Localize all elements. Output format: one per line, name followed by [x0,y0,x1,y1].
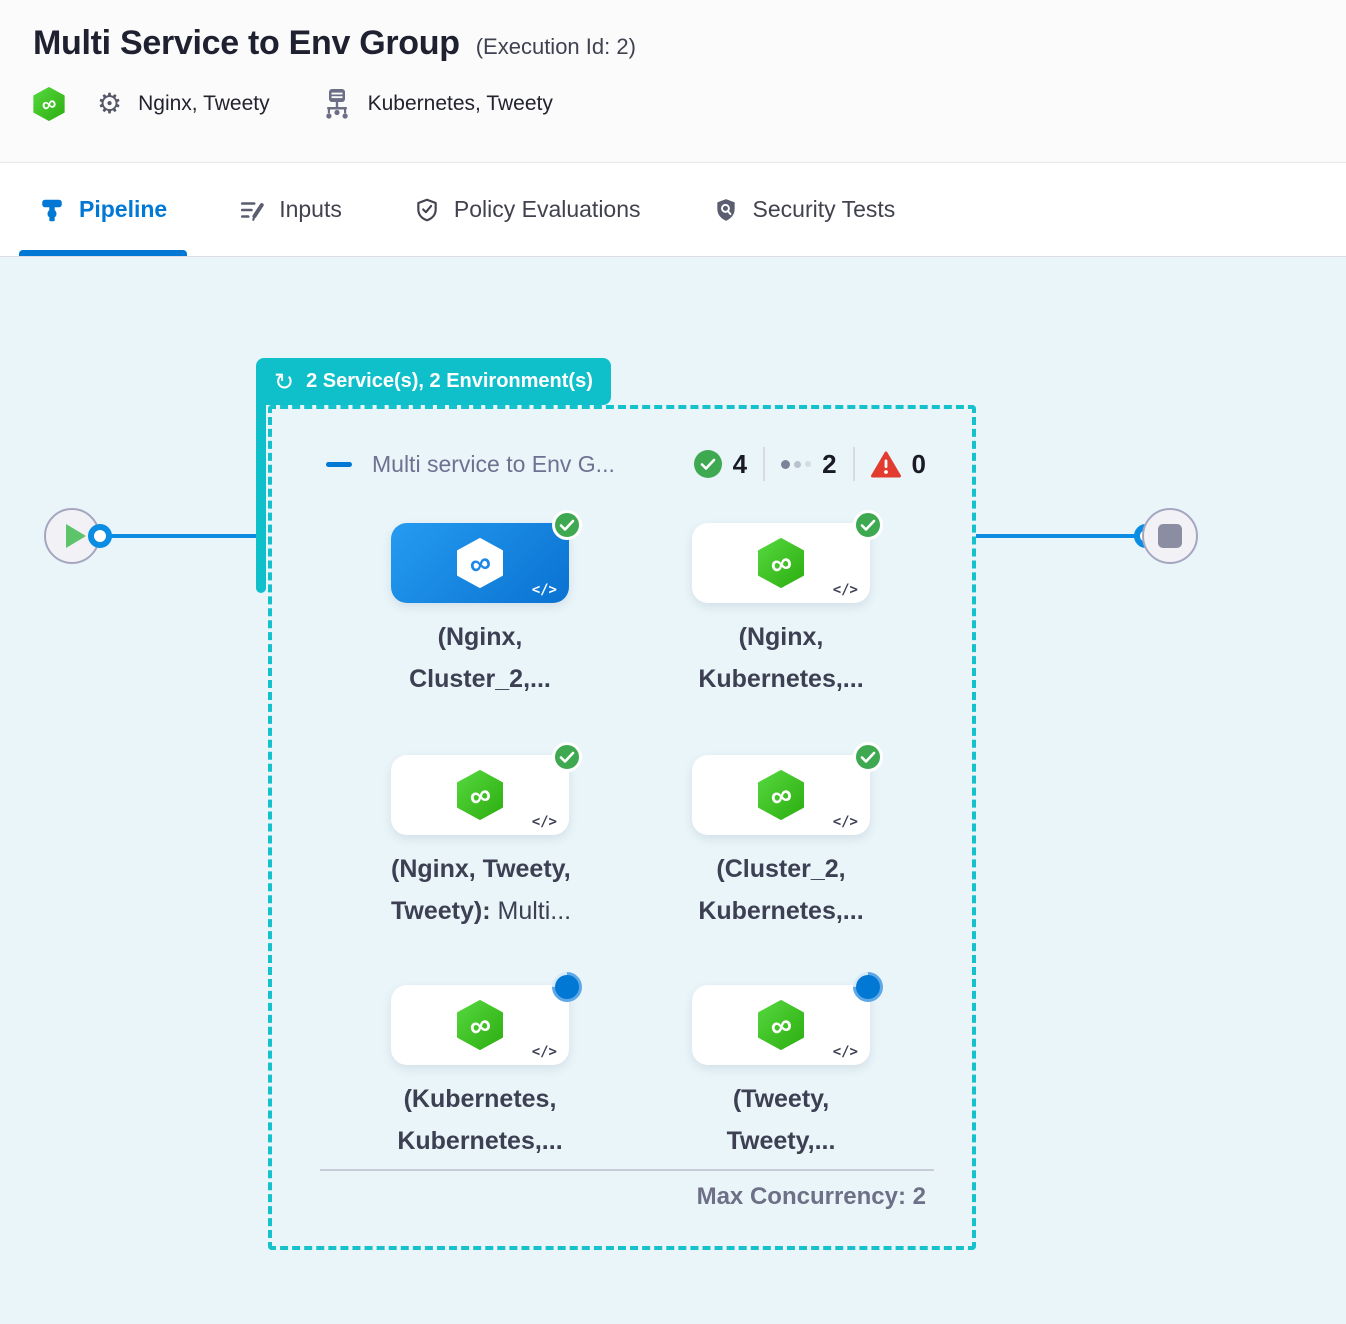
tab-inputs[interactable]: Inputs [235,163,346,256]
node-label: (Tweety,Tweety,... [692,1078,870,1162]
code-icon: </> [833,582,858,598]
harness-logo-icon: ∞ [33,87,65,121]
harness-hexagon-icon: ∞ [457,1000,503,1050]
security-shield-icon [713,197,739,223]
pipeline-node: ∞ </> (Kubernetes,Kubernetes,... [391,985,569,1162]
environments-label: Kubernetes, Tweety [368,92,553,116]
failed-count-value: 0 [912,449,926,480]
stage-status-counts: 4 2 0 [694,447,926,481]
gear-icon: ⚙ [97,90,122,118]
pipeline-node-card[interactable]: ∞ </> [391,985,569,1065]
environment-group-icon [322,88,352,120]
node-label: (Nginx,Cluster_2,... [391,616,569,700]
node-label: (Cluster_2,Kubernetes,... [692,848,870,932]
tab-policy-evaluations[interactable]: Policy Evaluations [410,163,645,256]
tab-security-tests-label: Security Tests [753,196,896,223]
pipeline-node: ∞ </> (Nginx,Cluster_2,... [391,523,569,700]
success-count-icon [694,450,722,478]
stop-icon [1158,524,1182,548]
play-icon [66,524,86,548]
harness-hexagon-icon: ∞ [758,538,804,588]
running-count-value: 2 [822,449,836,480]
code-icon: </> [532,1044,557,1060]
pipeline-node-card[interactable]: ∞ </> [391,755,569,835]
matrix-badge[interactable]: ↻ 2 Service(s), 2 Environment(s) [256,358,611,405]
node-status-badge [546,966,588,1008]
running-count-icon [781,460,811,469]
tab-security-tests[interactable]: Security Tests [709,163,900,256]
pipeline-node: ∞ </> (Tweety,Tweety,... [692,985,870,1162]
node-label: (Nginx, Tweety,Tweety): Multi... [391,848,569,932]
services-label: Nginx, Tweety [138,92,270,116]
pipeline-node: ∞ </> (Nginx, Tweety,Tweety): Multi... [391,755,569,932]
matrix-footer-divider [320,1169,934,1171]
stage-header: Multi service to Env G... 4 2 0 [326,447,926,481]
stage-name: Multi service to Env G... [372,451,615,478]
node-status-badge [847,966,889,1008]
policy-shield-icon [414,197,440,223]
max-concurrency-label: Max Concurrency: 2 [697,1183,926,1211]
sync-icon: ↻ [274,370,294,394]
harness-hexagon-icon: ∞ [758,1000,804,1050]
edge-line-left [99,534,259,538]
count-divider [763,447,765,481]
inputs-icon [239,197,265,223]
count-divider [853,447,855,481]
code-icon: </> [833,1044,858,1060]
code-icon: </> [833,814,858,830]
pipeline-canvas: ↻ 2 Service(s), 2 Environment(s) Multi s… [0,257,1346,1324]
page-title: Multi Service to Env Group [33,24,460,63]
node-status-badge [853,510,883,540]
pipeline-node-card[interactable]: ∞ </> [391,523,569,603]
pipeline-node: ∞ </> (Cluster_2,Kubernetes,... [692,755,870,932]
tab-pipeline-label: Pipeline [79,196,167,223]
code-icon: </> [532,582,557,598]
collapse-stage-button[interactable] [326,462,352,467]
tab-bar: Pipeline Inputs Policy Evaluations Secur… [0,162,1346,257]
harness-hexagon-icon: ∞ [758,770,804,820]
edge-line-right [976,534,1142,538]
page-header: Multi Service to Env Group (Execution Id… [0,0,1346,162]
tab-pipeline[interactable]: Pipeline [35,163,171,256]
node-label: (Nginx,Kubernetes,... [692,616,870,700]
tab-policy-evaluations-label: Policy Evaluations [454,196,641,223]
matrix-badge-tail [256,387,266,593]
harness-hexagon-icon: ∞ [457,538,503,588]
matrix-stage-container: Multi service to Env G... 4 2 0 [268,405,976,1250]
node-status-badge [552,510,582,540]
pipeline-end-node [1142,508,1198,564]
matrix-badge-label: 2 Service(s), 2 Environment(s) [306,370,593,393]
node-status-badge [552,742,582,772]
pipeline-node-card[interactable]: ∞ </> [692,523,870,603]
pipeline-icon [39,197,65,223]
success-count-value: 4 [733,449,747,480]
failed-count-icon [871,451,901,478]
pipeline-node: ∞ </> (Nginx,Kubernetes,... [692,523,870,700]
tab-inputs-label: Inputs [279,196,342,223]
node-status-badge [853,742,883,772]
pipeline-node-card[interactable]: ∞ </> [692,985,870,1065]
code-icon: </> [532,814,557,830]
execution-id: (Execution Id: 2) [476,34,636,60]
pipeline-node-card[interactable]: ∞ </> [692,755,870,835]
edge-connector-left [88,524,112,548]
node-label: (Kubernetes,Kubernetes,... [391,1078,569,1162]
harness-hexagon-icon: ∞ [457,770,503,820]
